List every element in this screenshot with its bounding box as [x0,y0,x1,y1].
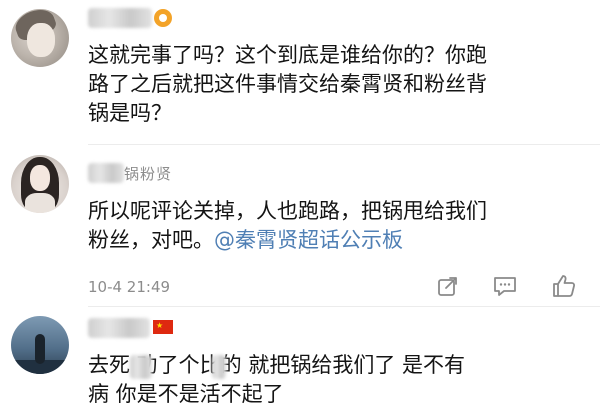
divider [88,306,600,307]
avatar-figure [35,334,45,364]
comment-text-prefix: 粉丝，对吧。 [88,228,214,252]
avatar[interactable] [11,316,69,374]
username[interactable]: 锅粉贤 [124,163,172,184]
text-redaction [130,355,152,379]
avatar-face [30,165,50,191]
comment-line: 路了之后就把这件事情交给秦霄贤和粉丝背 [88,72,487,96]
timestamp: 10-4 21:49 [88,278,171,296]
like-icon[interactable] [551,273,577,299]
member-badge-icon [154,9,172,27]
comment-line: 病 你是不是活不起了 [88,382,284,406]
comment-text: 这就完事了吗？这个到底是谁给你的？你跑 路了之后就把这件事情交给秦霄贤和粉丝背 … [88,41,487,128]
comment-icon[interactable] [492,274,518,298]
username-redacted [88,8,152,28]
avatar-face [27,23,55,57]
avatar-body [25,193,55,213]
avatar[interactable] [11,9,69,67]
china-flag-icon: ★ [153,320,173,334]
username-redacted [88,163,124,183]
comment-line: 锅是吗？ [88,101,172,125]
username-redacted [88,318,150,338]
comment-line: 粉丝，对吧。@秦霄贤超话公示板 [88,226,487,255]
comment-line: 这就完事了吗？这个到底是谁给你的？你跑 [88,43,487,67]
share-icon[interactable] [436,274,460,298]
text-redaction [212,355,226,379]
divider [88,144,600,145]
comment-text: 所以呢评论关掉，人也跑路，把锅甩给我们 粉丝，对吧。@秦霄贤超话公示板 [88,197,487,255]
mention-link[interactable]: @秦霄贤超话公示板 [214,228,403,252]
avatar[interactable] [11,155,69,213]
comment-line: 所以呢评论关掉，人也跑路，把锅甩给我们 [88,199,487,223]
